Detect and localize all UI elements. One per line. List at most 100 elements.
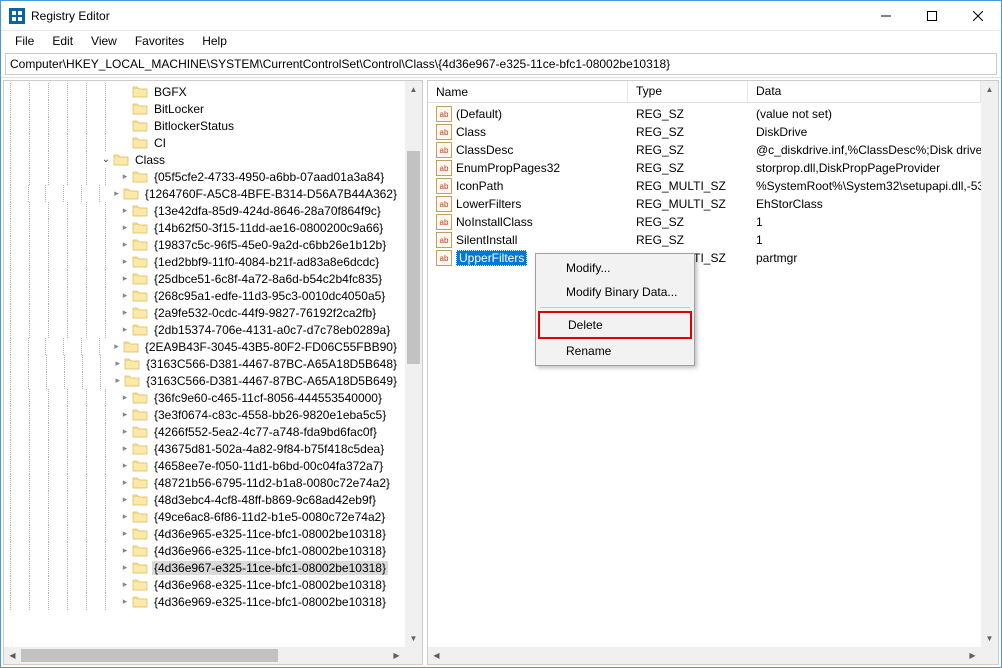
tree-scrollbar-vertical[interactable]: ▲ ▼ (405, 81, 422, 647)
values-scrollbar-horizontal[interactable]: ◀ ▶ (428, 647, 981, 664)
address-bar[interactable]: Computer\HKEY_LOCAL_MACHINE\SYSTEM\Curre… (5, 53, 997, 75)
tree-item[interactable]: ▸{1ed2bbf9-11f0-4084-b21f-ad83a8e6dcdc} (4, 253, 405, 270)
value-row[interactable]: abSilentInstallREG_SZ1 (428, 231, 981, 249)
tree-item[interactable]: ▸{4d36e966-e325-11ce-bfc1-08002be10318} (4, 542, 405, 559)
value-row[interactable]: abClassDescREG_SZ@c_diskdrive.inf,%Class… (428, 141, 981, 159)
scroll-left-icon[interactable]: ◀ (428, 647, 445, 664)
maximize-button[interactable] (909, 1, 955, 31)
tree-item-class[interactable]: ⌄Class (4, 151, 405, 168)
chevron-right-icon[interactable]: ▸ (118, 273, 132, 284)
chevron-right-icon[interactable]: ▸ (110, 341, 123, 352)
chevron-right-icon[interactable]: ▸ (118, 596, 132, 607)
menu-view[interactable]: View (83, 32, 125, 50)
menu-edit[interactable]: Edit (44, 32, 81, 50)
tree-item[interactable]: ▸{05f5cfe2-4733-4950-a6bb-07aad01a3a84} (4, 168, 405, 185)
values-scrollbar-vertical[interactable]: ▲ ▼ (981, 81, 998, 647)
tree-item[interactable]: ▸{36fc9e60-c465-11cf-8056-444553540000} (4, 389, 405, 406)
tree-item[interactable]: ▸{4d36e968-e325-11ce-bfc1-08002be10318} (4, 576, 405, 593)
tree-item[interactable]: ▸{3e3f0674-c83c-4558-bb26-9820e1eba5c5} (4, 406, 405, 423)
chevron-right-icon[interactable] (118, 86, 132, 97)
chevron-right-icon[interactable]: ▸ (118, 545, 132, 556)
chevron-right-icon[interactable]: ▸ (118, 392, 132, 403)
chevron-right-icon[interactable]: ▸ (118, 239, 132, 250)
tree-item[interactable]: ▸{49ce6ac8-6f86-11d2-b1e5-0080c72e74a2} (4, 508, 405, 525)
chevron-right-icon[interactable]: ▸ (118, 477, 132, 488)
chevron-right-icon[interactable]: ▸ (118, 460, 132, 471)
chevron-right-icon[interactable]: ▸ (111, 375, 124, 386)
chevron-right-icon[interactable]: ▸ (118, 528, 132, 539)
tree-item[interactable]: ▸{48d3ebc4-4cf8-48ff-b869-9c68ad42eb9f} (4, 491, 405, 508)
chevron-right-icon[interactable]: ▸ (118, 307, 132, 318)
header-type[interactable]: Type (628, 81, 748, 102)
chevron-right-icon[interactable]: ▸ (118, 579, 132, 590)
value-row[interactable]: abLowerFiltersREG_MULTI_SZEhStorClass (428, 195, 981, 213)
tree-item[interactable]: ▸{2db15374-706e-4131-a0c7-d7c78eb0289a} (4, 321, 405, 338)
tree-item[interactable]: ▸{14b62f50-3f15-11dd-ae16-0800200c9a66} (4, 219, 405, 236)
scroll-right-icon[interactable]: ▶ (964, 647, 981, 664)
value-row[interactable]: abNoInstallClassREG_SZ1 (428, 213, 981, 231)
scroll-up-icon[interactable]: ▲ (405, 81, 422, 98)
chevron-right-icon[interactable]: ▸ (118, 511, 132, 522)
tree-item[interactable]: ▸{19837c5c-96f5-45e0-9a2d-c6bb26e1b12b} (4, 236, 405, 253)
tree-item[interactable]: ▸{43675d81-502a-4a82-9f84-b75f418c5dea} (4, 440, 405, 457)
menu-file[interactable]: File (7, 32, 42, 50)
registry-tree[interactable]: BGFX BitLocker BitlockerStatus CI⌄Class▸… (4, 81, 405, 612)
context-menu[interactable]: Modify...Modify Binary Data... DeleteRena… (535, 253, 695, 366)
tree-item[interactable]: ▸{4d36e969-e325-11ce-bfc1-08002be10318} (4, 593, 405, 610)
tree-item[interactable]: BGFX (4, 83, 405, 100)
scroll-up-icon[interactable]: ▲ (981, 81, 998, 98)
tree-item[interactable]: ▸{2a9fe532-0cdc-44f9-9827-76192f2ca2fb} (4, 304, 405, 321)
scroll-right-icon[interactable]: ▶ (388, 647, 405, 664)
tree-item[interactable]: ▸{4658ee7e-f050-11d1-b6bd-00c04fa372a7} (4, 457, 405, 474)
tree-item[interactable]: ▸{1264760F-A5C8-4BFE-B314-D56A7B44A362} (4, 185, 405, 202)
minimize-button[interactable] (863, 1, 909, 31)
chevron-right-icon[interactable]: ▸ (118, 562, 132, 573)
chevron-right-icon[interactable]: ▸ (118, 426, 132, 437)
chevron-right-icon[interactable]: ▸ (118, 409, 132, 420)
chevron-right-icon[interactable]: ▸ (118, 171, 132, 182)
value-row[interactable]: abEnumPropPages32REG_SZstorprop.dll,Disk… (428, 159, 981, 177)
values-list[interactable]: ab(Default)REG_SZ(value not set)abClassR… (428, 103, 981, 267)
list-header[interactable]: Name Type Data (428, 81, 981, 103)
context-menu-item[interactable]: Modify... (538, 256, 692, 280)
tree-item[interactable]: ▸{25dbce51-6c8f-4a72-8a6d-b54c2b4fc835} (4, 270, 405, 287)
tree-item[interactable]: CI (4, 134, 405, 151)
chevron-down-icon[interactable]: ⌄ (99, 154, 113, 165)
tree-scrollbar-horizontal[interactable]: ◀ ▶ (4, 647, 405, 664)
tree-item[interactable]: BitlockerStatus (4, 117, 405, 134)
context-menu-item[interactable]: Modify Binary Data... (538, 280, 692, 304)
tree-item[interactable]: ▸{268c95a1-edfe-11d3-95c3-0010dc4050a5} (4, 287, 405, 304)
chevron-right-icon[interactable] (118, 103, 132, 114)
context-menu-item[interactable]: Rename (538, 339, 692, 363)
scroll-down-icon[interactable]: ▼ (405, 630, 422, 647)
tree-item[interactable]: ▸{4d36e965-e325-11ce-bfc1-08002be10318} (4, 525, 405, 542)
chevron-right-icon[interactable]: ▸ (110, 188, 123, 199)
chevron-right-icon[interactable]: ▸ (118, 324, 132, 335)
close-button[interactable] (955, 1, 1001, 31)
value-row[interactable]: ab(Default)REG_SZ(value not set) (428, 105, 981, 123)
header-name[interactable]: Name (428, 81, 628, 102)
chevron-right-icon[interactable]: ▸ (118, 222, 132, 233)
tree-item[interactable]: ▸{4d36e967-e325-11ce-bfc1-08002be10318} (4, 559, 405, 576)
context-menu-item[interactable]: Delete (538, 311, 692, 339)
menu-help[interactable]: Help (194, 32, 235, 50)
chevron-right-icon[interactable]: ▸ (118, 494, 132, 505)
menu-favorites[interactable]: Favorites (127, 32, 192, 50)
tree-item[interactable]: ▸{4266f552-5ea2-4c77-a748-fda9bd6fac0f} (4, 423, 405, 440)
chevron-right-icon[interactable] (118, 120, 132, 131)
chevron-right-icon[interactable]: ▸ (111, 358, 124, 369)
chevron-right-icon[interactable]: ▸ (118, 290, 132, 301)
scroll-left-icon[interactable]: ◀ (4, 647, 21, 664)
chevron-right-icon[interactable]: ▸ (118, 443, 132, 454)
tree-item[interactable]: BitLocker (4, 100, 405, 117)
tree-item[interactable]: ▸{48721b56-6795-11d2-b1a8-0080c72e74a2} (4, 474, 405, 491)
tree-item[interactable]: ▸{13e42dfa-85d9-424d-8646-28a70f864f9c} (4, 202, 405, 219)
chevron-right-icon[interactable]: ▸ (118, 205, 132, 216)
chevron-right-icon[interactable] (118, 137, 132, 148)
value-row[interactable]: abUpperFiltersREG_MULTI_SZpartmgr (428, 249, 981, 267)
header-data[interactable]: Data (748, 81, 981, 102)
value-row[interactable]: abClassREG_SZDiskDrive (428, 123, 981, 141)
tree-item[interactable]: ▸{2EA9B43F-3045-43B5-80F2-FD06C55FBB90} (4, 338, 405, 355)
tree-item[interactable]: ▸{3163C566-D381-4467-87BC-A65A18D5B649} (4, 372, 405, 389)
tree-item[interactable]: ▸{3163C566-D381-4467-87BC-A65A18D5B648} (4, 355, 405, 372)
